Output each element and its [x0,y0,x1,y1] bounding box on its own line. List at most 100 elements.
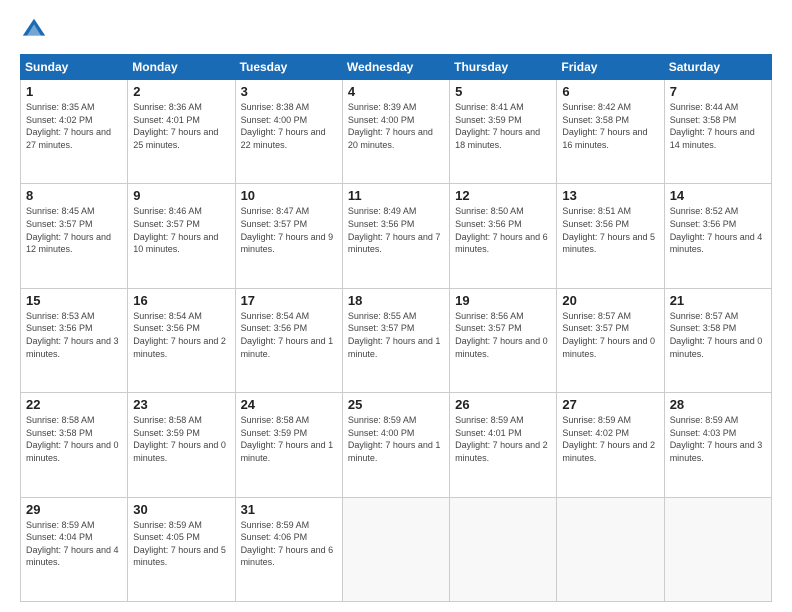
day-cell [557,497,664,601]
day-number: 17 [241,293,337,308]
day-number: 22 [26,397,122,412]
day-info: Sunrise: 8:56 AMSunset: 3:57 PMDaylight:… [455,310,551,360]
day-cell: 7 Sunrise: 8:44 AMSunset: 3:58 PMDaylight… [664,80,771,184]
day-number: 21 [670,293,766,308]
day-cell: 28 Sunrise: 8:59 AMSunset: 4:03 PMDayligh… [664,393,771,497]
day-number: 4 [348,84,444,99]
weekday-header-sunday: Sunday [21,55,128,80]
day-number: 8 [26,188,122,203]
day-number: 6 [562,84,658,99]
day-info: Sunrise: 8:35 AMSunset: 4:02 PMDaylight:… [26,101,122,151]
week-row-3: 15 Sunrise: 8:53 AMSunset: 3:56 PMDayligh… [21,288,772,392]
day-cell: 2Sunrise: 8:36 AMSunset: 4:01 PMDaylight… [128,80,235,184]
day-number: 5 [455,84,551,99]
day-cell: 4 Sunrise: 8:39 AMSunset: 4:00 PMDaylight… [342,80,449,184]
day-info: Sunrise: 8:39 AMSunset: 4:00 PMDaylight:… [348,101,444,151]
day-info: Sunrise: 8:58 AMSunset: 3:58 PMDaylight:… [26,414,122,464]
logo [20,16,52,44]
day-number: 11 [348,188,444,203]
day-cell [450,497,557,601]
day-number: 10 [241,188,337,203]
day-number: 16 [133,293,229,308]
day-info: Sunrise: 8:55 AMSunset: 3:57 PMDaylight:… [348,310,444,360]
day-info: Sunrise: 8:51 AMSunset: 3:56 PMDaylight:… [562,205,658,255]
day-number: 27 [562,397,658,412]
weekday-header-row: SundayMondayTuesdayWednesdayThursdayFrid… [21,55,772,80]
day-number: 7 [670,84,766,99]
day-cell: 27 Sunrise: 8:59 AMSunset: 4:02 PMDayligh… [557,393,664,497]
day-number: 14 [670,188,766,203]
day-cell: 17 Sunrise: 8:54 AMSunset: 3:56 PMDayligh… [235,288,342,392]
day-cell: 12 Sunrise: 8:50 AMSunset: 3:56 PMDayligh… [450,184,557,288]
day-cell: 23 Sunrise: 8:58 AMSunset: 3:59 PMDayligh… [128,393,235,497]
day-info: Sunrise: 8:58 AMSunset: 3:59 PMDaylight:… [241,414,337,464]
day-cell: 21 Sunrise: 8:57 AMSunset: 3:58 PMDayligh… [664,288,771,392]
week-row-2: 8 Sunrise: 8:45 AMSunset: 3:57 PMDaylight… [21,184,772,288]
weekday-header-monday: Monday [128,55,235,80]
day-number: 23 [133,397,229,412]
day-info: Sunrise: 8:52 AMSunset: 3:56 PMDaylight:… [670,205,766,255]
day-number: 26 [455,397,551,412]
day-cell: 1 Sunrise: 8:35 AMSunset: 4:02 PMDaylight… [21,80,128,184]
day-info: Sunrise: 8:58 AMSunset: 3:59 PMDaylight:… [133,414,229,464]
day-cell: 29 Sunrise: 8:59 AMSunset: 4:04 PMDayligh… [21,497,128,601]
day-number: 28 [670,397,766,412]
day-cell: 10 Sunrise: 8:47 AMSunset: 3:57 PMDayligh… [235,184,342,288]
day-info: Sunrise: 8:50 AMSunset: 3:56 PMDaylight:… [455,205,551,255]
day-info: Sunrise: 8:59 AMSunset: 4:04 PMDaylight:… [26,519,122,569]
page: SundayMondayTuesdayWednesdayThursdayFrid… [0,0,792,612]
day-cell: 31 Sunrise: 8:59 AMSunset: 4:06 PMDayligh… [235,497,342,601]
day-cell: 30Sunrise: 8:59 AMSunset: 4:05 PMDayligh… [128,497,235,601]
day-info: Sunrise: 8:59 AMSunset: 4:06 PMDaylight:… [241,519,337,569]
weekday-header-friday: Friday [557,55,664,80]
day-number: 19 [455,293,551,308]
day-info: Sunrise: 8:49 AMSunset: 3:56 PMDaylight:… [348,205,444,255]
day-info: Sunrise: 8:47 AMSunset: 3:57 PMDaylight:… [241,205,337,255]
day-info: Sunrise: 8:53 AMSunset: 3:56 PMDaylight:… [26,310,122,360]
day-number: 13 [562,188,658,203]
header [20,16,772,44]
day-number: 31 [241,502,337,517]
day-cell: 25Sunrise: 8:59 AMSunset: 4:00 PMDayligh… [342,393,449,497]
day-cell: 9 Sunrise: 8:46 AMSunset: 3:57 PMDaylight… [128,184,235,288]
day-info: Sunrise: 8:59 AMSunset: 4:03 PMDaylight:… [670,414,766,464]
day-info: Sunrise: 8:57 AMSunset: 3:58 PMDaylight:… [670,310,766,360]
day-info: Sunrise: 8:45 AMSunset: 3:57 PMDaylight:… [26,205,122,255]
day-cell [342,497,449,601]
day-cell: 16 Sunrise: 8:54 AMSunset: 3:56 PMDayligh… [128,288,235,392]
day-info: Sunrise: 8:54 AMSunset: 3:56 PMDaylight:… [133,310,229,360]
day-number: 1 [26,84,122,99]
day-number: 29 [26,502,122,517]
day-number: 2 [133,84,229,99]
day-info: Sunrise: 8:59 AMSunset: 4:02 PMDaylight:… [562,414,658,464]
day-cell: 6Sunrise: 8:42 AMSunset: 3:58 PMDaylight… [557,80,664,184]
day-cell [664,497,771,601]
day-cell: 3 Sunrise: 8:38 AMSunset: 4:00 PMDaylight… [235,80,342,184]
day-cell: 22 Sunrise: 8:58 AMSunset: 3:58 PMDayligh… [21,393,128,497]
day-cell: 5Sunrise: 8:41 AMSunset: 3:59 PMDaylight… [450,80,557,184]
weekday-header-thursday: Thursday [450,55,557,80]
day-cell: 26Sunrise: 8:59 AMSunset: 4:01 PMDayligh… [450,393,557,497]
weekday-header-tuesday: Tuesday [235,55,342,80]
day-cell: 24Sunrise: 8:58 AMSunset: 3:59 PMDayligh… [235,393,342,497]
day-info: Sunrise: 8:54 AMSunset: 3:56 PMDaylight:… [241,310,337,360]
weekday-header-wednesday: Wednesday [342,55,449,80]
day-cell: 20 Sunrise: 8:57 AMSunset: 3:57 PMDayligh… [557,288,664,392]
day-number: 3 [241,84,337,99]
day-info: Sunrise: 8:38 AMSunset: 4:00 PMDaylight:… [241,101,337,151]
day-cell: 19 Sunrise: 8:56 AMSunset: 3:57 PMDayligh… [450,288,557,392]
day-info: Sunrise: 8:44 AMSunset: 3:58 PMDaylight:… [670,101,766,151]
day-number: 15 [26,293,122,308]
week-row-5: 29 Sunrise: 8:59 AMSunset: 4:04 PMDayligh… [21,497,772,601]
weekday-header-saturday: Saturday [664,55,771,80]
day-info: Sunrise: 8:59 AMSunset: 4:00 PMDaylight:… [348,414,444,464]
day-cell: 14 Sunrise: 8:52 AMSunset: 3:56 PMDayligh… [664,184,771,288]
day-number: 20 [562,293,658,308]
day-number: 9 [133,188,229,203]
day-cell: 13 Sunrise: 8:51 AMSunset: 3:56 PMDayligh… [557,184,664,288]
day-cell: 18Sunrise: 8:55 AMSunset: 3:57 PMDayligh… [342,288,449,392]
day-info: Sunrise: 8:57 AMSunset: 3:57 PMDaylight:… [562,310,658,360]
calendar-table: SundayMondayTuesdayWednesdayThursdayFrid… [20,54,772,602]
day-info: Sunrise: 8:46 AMSunset: 3:57 PMDaylight:… [133,205,229,255]
day-number: 12 [455,188,551,203]
